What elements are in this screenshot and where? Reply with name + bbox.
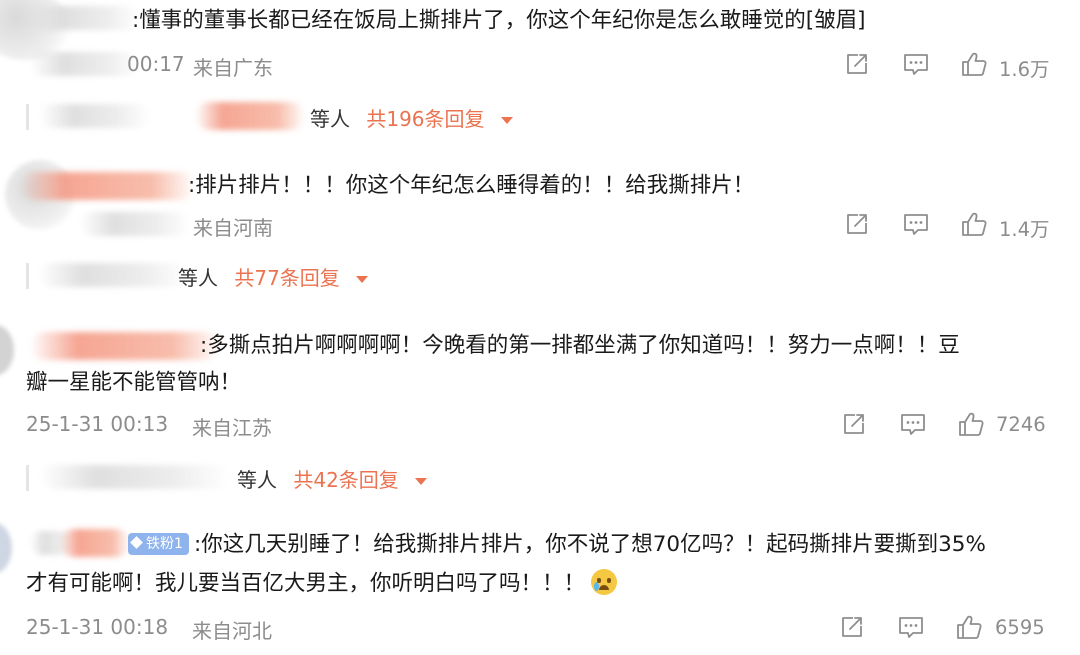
share-icon[interactable] [838, 613, 866, 641]
comment-location: 来自广东 [193, 56, 273, 80]
reply-who: 等人 [237, 468, 277, 492]
comment-text-line2: 才有可能啊！我儿要当百亿大男主，你听明白吗了吗！！！ [26, 565, 1056, 603]
share-icon[interactable] [843, 50, 871, 78]
comment-item: :排片排片！！！你这个年纪怎么睡得着的！！给我撕排片！ 来自河南 1.4万 等人… [0, 150, 1080, 310]
comment-item: :多撕点拍片啊啊啊啊！今晚看的第一排都坐满了你知道吗！！努力一点啊！！豆 瓣一星… [0, 310, 1080, 505]
reply-total[interactable]: 共196条回复 [366, 107, 484, 131]
reply-icon[interactable] [899, 410, 927, 438]
username-blurred[interactable] [30, 332, 220, 360]
crying-face-emoji [591, 569, 618, 595]
reply-users-blurred [40, 465, 230, 489]
share-icon[interactable] [840, 410, 868, 438]
comment-location: 来自江苏 [192, 416, 272, 440]
diamond-icon [130, 536, 143, 549]
comment-text: :排片排片！！！你这个年纪怎么睡得着的！！给我撕排片！ [188, 173, 755, 198]
username-blurred[interactable] [30, 6, 140, 30]
chevron-down-icon[interactable] [415, 478, 428, 485]
timestamp-blurred [30, 52, 140, 76]
comment-text-line1: :你这几天别睡了！给我撕排片排片，你不说了想70亿吗？！起码撕排片要撕到35% [194, 532, 986, 557]
comment-time: 00:17 [127, 52, 185, 76]
reply-summary[interactable]: 等人 共77条回复 [178, 262, 369, 291]
share-icon[interactable] [843, 210, 871, 238]
reply-icon[interactable] [897, 613, 925, 641]
like-count: 1.6万 [999, 58, 1050, 81]
avatar[interactable] [0, 325, 14, 375]
comment-item: 铁粉1 :你这几天别睡了！给我撕排片排片，你不说了想70亿吗？！起码撕排片要撕到… [0, 505, 1080, 655]
reply-icon[interactable] [902, 210, 930, 238]
reply-who: 等人 [178, 266, 218, 290]
reply-total[interactable]: 共42条回复 [293, 468, 398, 492]
like-icon[interactable] [960, 210, 988, 238]
username-blurred[interactable] [60, 529, 130, 557]
comment-text: :懂事的董事长都已经在饭局上撕排片了，你这个年纪你是怎么敢睡觉的[皱眉] [132, 8, 866, 33]
chevron-down-icon[interactable] [500, 117, 513, 124]
like-count: 1.4万 [999, 218, 1050, 241]
comment-text-line1: :多撕点拍片啊啊啊啊！今晚看的第一排都坐满了你知道吗！！努力一点啊！！豆 [200, 333, 960, 358]
like-count: 6595 [995, 616, 1045, 639]
reply-icon[interactable] [902, 50, 930, 78]
reply-users-blurred [38, 263, 188, 287]
reply-who: 等人 [310, 107, 350, 131]
timestamp-blurred [80, 212, 190, 236]
like-icon[interactable] [957, 410, 985, 438]
comment-item: :懂事的董事长都已经在饭局上撕排片了，你这个年纪你是怎么敢睡觉的[皱眉] 00:… [0, 0, 1080, 150]
reply-user-blurred [195, 102, 305, 130]
fan-badge: 铁粉1 [128, 533, 189, 555]
reply-divider [26, 263, 29, 289]
reply-total[interactable]: 共77条回复 [234, 266, 339, 290]
reply-summary[interactable]: 等人 共42条回复 [237, 464, 428, 493]
chevron-down-icon[interactable] [356, 276, 369, 283]
like-count: 7246 [996, 413, 1046, 436]
reply-users-blurred [40, 104, 150, 128]
like-icon[interactable] [955, 613, 983, 641]
reply-divider [26, 104, 29, 130]
reply-summary[interactable]: 等人 共196条回复 [310, 103, 513, 132]
comment-text-line2-content: 才有可能啊！我儿要当百亿大男主，你听明白吗了吗！！！ [26, 571, 586, 596]
comment-time: 25-1-31 00:18 [26, 615, 169, 639]
comment-location: 来自河南 [193, 216, 273, 240]
avatar[interactable] [0, 523, 12, 573]
comment-time: 25-1-31 00:13 [26, 412, 169, 436]
fan-badge-label: 铁粉1 [146, 536, 183, 552]
reply-divider [26, 465, 29, 491]
username-blurred[interactable] [20, 172, 195, 200]
like-icon[interactable] [960, 50, 988, 78]
comment-location: 来自河北 [192, 619, 272, 643]
comment-text-line2: 瓣一星能不能管管呐！ [26, 370, 242, 395]
